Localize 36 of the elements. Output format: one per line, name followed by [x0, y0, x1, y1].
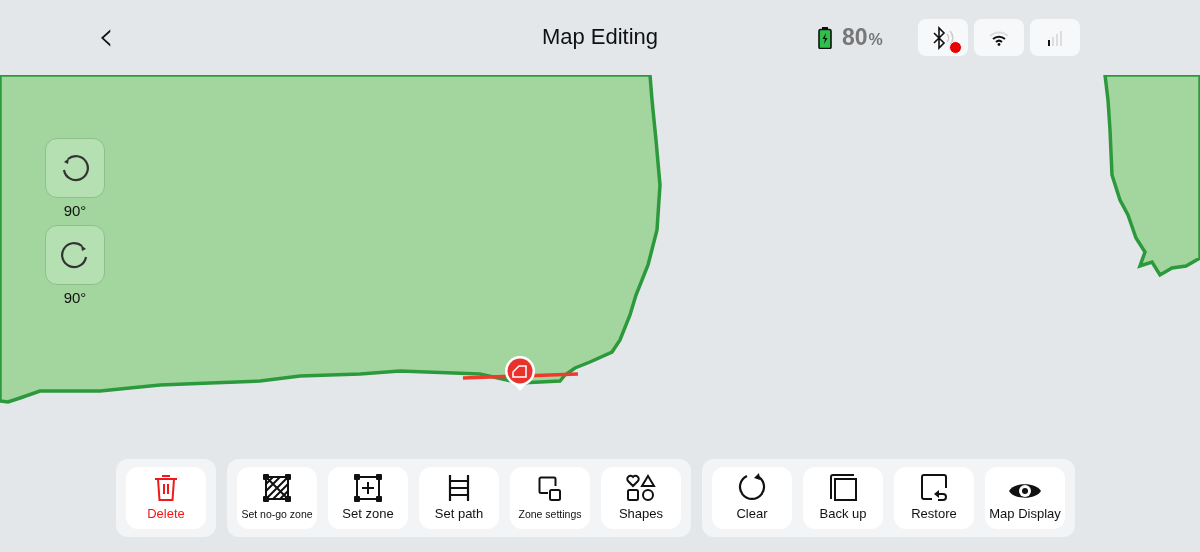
tool-button[interactable]: Set zone: [328, 467, 408, 529]
ladder-icon: [447, 474, 471, 502]
alert-badge: [948, 41, 962, 54]
tool-button[interactable]: Zone settings: [510, 467, 590, 529]
wifi-icon: [988, 29, 1009, 46]
copy-icon: [828, 472, 858, 502]
tool-button[interactable]: Clear: [712, 467, 792, 529]
tool-button[interactable]: Map Display: [985, 467, 1065, 529]
battery-icon: [818, 26, 832, 49]
refresh-icon: [737, 472, 767, 502]
tool-button[interactable]: Restore: [894, 467, 974, 529]
trash-icon: [153, 474, 179, 502]
tool-button[interactable]: Back up: [803, 467, 883, 529]
hatched-square-icon: [263, 474, 291, 502]
tool-button[interactable]: Set path: [419, 467, 499, 529]
tool-button[interactable]: Delete: [126, 467, 206, 529]
dock-marker[interactable]: [505, 356, 535, 391]
signal-icon: [1046, 28, 1063, 47]
rotate-left-icon: [60, 153, 90, 183]
shapes-icon: [626, 474, 656, 502]
window-title: Map Editing: [541, 24, 659, 49]
rotate-right-icon: [60, 240, 90, 270]
square-plus-icon: [354, 474, 382, 502]
status-button[interactable]: [973, 19, 1024, 56]
tool-button[interactable]: Shapes: [601, 467, 681, 529]
tool-button[interactable]: Set no-go zone: [237, 467, 317, 529]
rotate-button[interactable]: [45, 225, 105, 285]
status-button[interactable]: [917, 19, 968, 56]
rotation-label: 90°: [63, 289, 87, 306]
back-button[interactable]: ‹: [94, 18, 118, 54]
rotation-label: 90°: [63, 202, 87, 219]
restore-icon: [919, 472, 949, 502]
overlapping-squares-icon: [538, 476, 562, 502]
battery-percentage: 80: [842, 24, 868, 51]
percent-sign: %: [868, 30, 883, 49]
rotate-button[interactable]: [45, 138, 105, 198]
